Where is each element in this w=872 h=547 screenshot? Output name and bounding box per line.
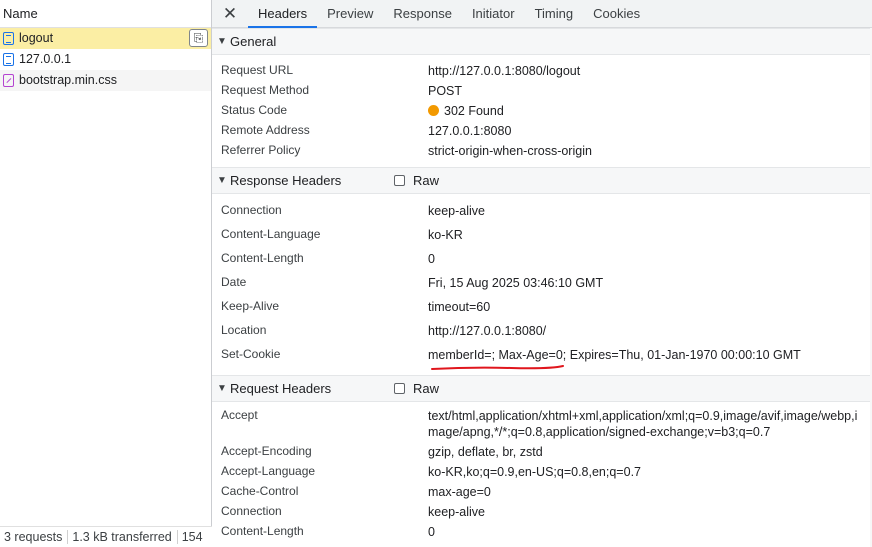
collapse-triangle-icon: ▼ — [217, 175, 227, 186]
header-key: Cache-Control — [221, 484, 299, 498]
header-value: ko-KR — [428, 228, 463, 242]
tab-preview[interactable]: Preview — [317, 0, 383, 27]
header-key: Keep-Alive — [221, 299, 280, 313]
raw-checkbox[interactable] — [394, 383, 405, 394]
name-column-header[interactable]: Name — [0, 0, 211, 28]
header-value: strict-origin-when-cross-origin — [428, 144, 592, 158]
header-key: Accept — [221, 408, 258, 422]
request-detail-panel: ✕ Headers Preview Response Initiator Tim… — [212, 0, 872, 547]
detail-tab-bar: ✕ Headers Preview Response Initiator Tim… — [212, 0, 872, 28]
section-title: Request Headers — [230, 381, 332, 396]
header-value: ko-KR,ko;q=0.9,en-US;q=0.8,en;q=0.7 — [428, 465, 641, 479]
header-key: Status Code — [221, 103, 288, 117]
collapse-triangle-icon: ▼ — [217, 36, 227, 47]
transferred-size: 1.3 kB transferred — [68, 530, 178, 544]
header-key: Request Method — [221, 83, 310, 97]
request-headers-section-header[interactable]: ▼ Request Headers Raw — [212, 375, 872, 402]
request-name: 127.0.0.1 — [19, 52, 72, 66]
header-key: Accept-Language — [221, 464, 316, 478]
header-key: Connection — [221, 203, 282, 217]
header-key: Connection — [221, 504, 282, 518]
section-title: General — [230, 34, 277, 49]
status-dot-icon — [428, 105, 439, 116]
header-value: POST — [428, 84, 463, 98]
header-value: http://127.0.0.1:8080/logout — [428, 64, 581, 78]
header-key: Content-Length — [221, 251, 304, 265]
header-key: Request URL — [221, 63, 294, 77]
header-value: gzip, deflate, br, zstd — [428, 445, 543, 459]
request-row-bootstrap-css[interactable]: bootstrap.min.css — [0, 70, 211, 91]
tab-headers[interactable]: Headers — [248, 0, 318, 28]
raw-checkbox[interactable] — [394, 175, 405, 186]
request-list-panel: Name logout ⎘ 127.0.0.1 bootstrap.min.cs… — [0, 0, 212, 547]
document-icon — [3, 32, 14, 45]
header-key: Content-Length — [221, 524, 304, 538]
request-name: logout — [19, 31, 54, 45]
header-key: Content-Language — [221, 227, 321, 241]
red-underline-annotation — [431, 365, 564, 370]
request-row-logout[interactable]: logout ⎘ — [0, 28, 211, 49]
general-section-header[interactable]: ▼ General — [212, 28, 872, 55]
tab-response[interactable]: Response — [383, 0, 462, 27]
close-icon[interactable]: ✕ — [212, 0, 248, 27]
resources-size: 154 — [181, 530, 203, 544]
raw-label: Raw — [413, 381, 440, 396]
header-key: Date — [221, 275, 247, 289]
header-value: 0 — [428, 252, 435, 266]
header-value: 127.0.0.1:8080 — [428, 124, 512, 138]
header-value: timeout=60 — [428, 300, 491, 314]
header-value: 0 — [428, 525, 435, 539]
request-name: bootstrap.min.css — [19, 73, 117, 87]
tab-cookies[interactable]: Cookies — [583, 0, 650, 27]
header-key: Accept-Encoding — [221, 444, 312, 458]
header-value: max-age=0 — [428, 485, 491, 499]
header-value: http://127.0.0.1:8080/ — [428, 324, 547, 338]
header-key: Referrer Policy — [221, 143, 301, 157]
tab-initiator[interactable]: Initiator — [462, 0, 525, 27]
header-key: Remote Address — [221, 123, 310, 137]
collapse-triangle-icon: ▼ — [217, 383, 227, 394]
header-value: Fri, 15 Aug 2025 03:46:10 GMT — [428, 276, 604, 290]
request-row-127-0-0-1[interactable]: 127.0.0.1 — [0, 49, 211, 70]
network-summary-bar: 3 requests 1.3 kB transferred 154 — [0, 526, 212, 547]
header-value: keep-alive — [428, 204, 485, 218]
section-title: Response Headers — [230, 173, 342, 188]
status-text: 302 Found — [444, 104, 504, 118]
copy-icon[interactable]: ⎘ — [189, 29, 208, 47]
header-key: Set-Cookie — [221, 347, 281, 361]
stylesheet-icon — [3, 74, 14, 87]
header-value: memberId=; Max-Age=0; Expires=Thu, 01-Ja… — [428, 348, 801, 362]
response-headers-section-header[interactable]: ▼ Response Headers Raw — [212, 167, 872, 194]
header-value: keep-alive — [428, 505, 485, 519]
requests-count: 3 requests — [0, 530, 69, 544]
header-value: text/html,application/xhtml+xml,applicat… — [428, 409, 858, 439]
header-key: Location — [221, 323, 267, 337]
raw-label: Raw — [413, 173, 440, 188]
header-value: 302 Found — [428, 103, 862, 119]
document-icon — [3, 53, 14, 66]
tab-timing[interactable]: Timing — [525, 0, 584, 27]
